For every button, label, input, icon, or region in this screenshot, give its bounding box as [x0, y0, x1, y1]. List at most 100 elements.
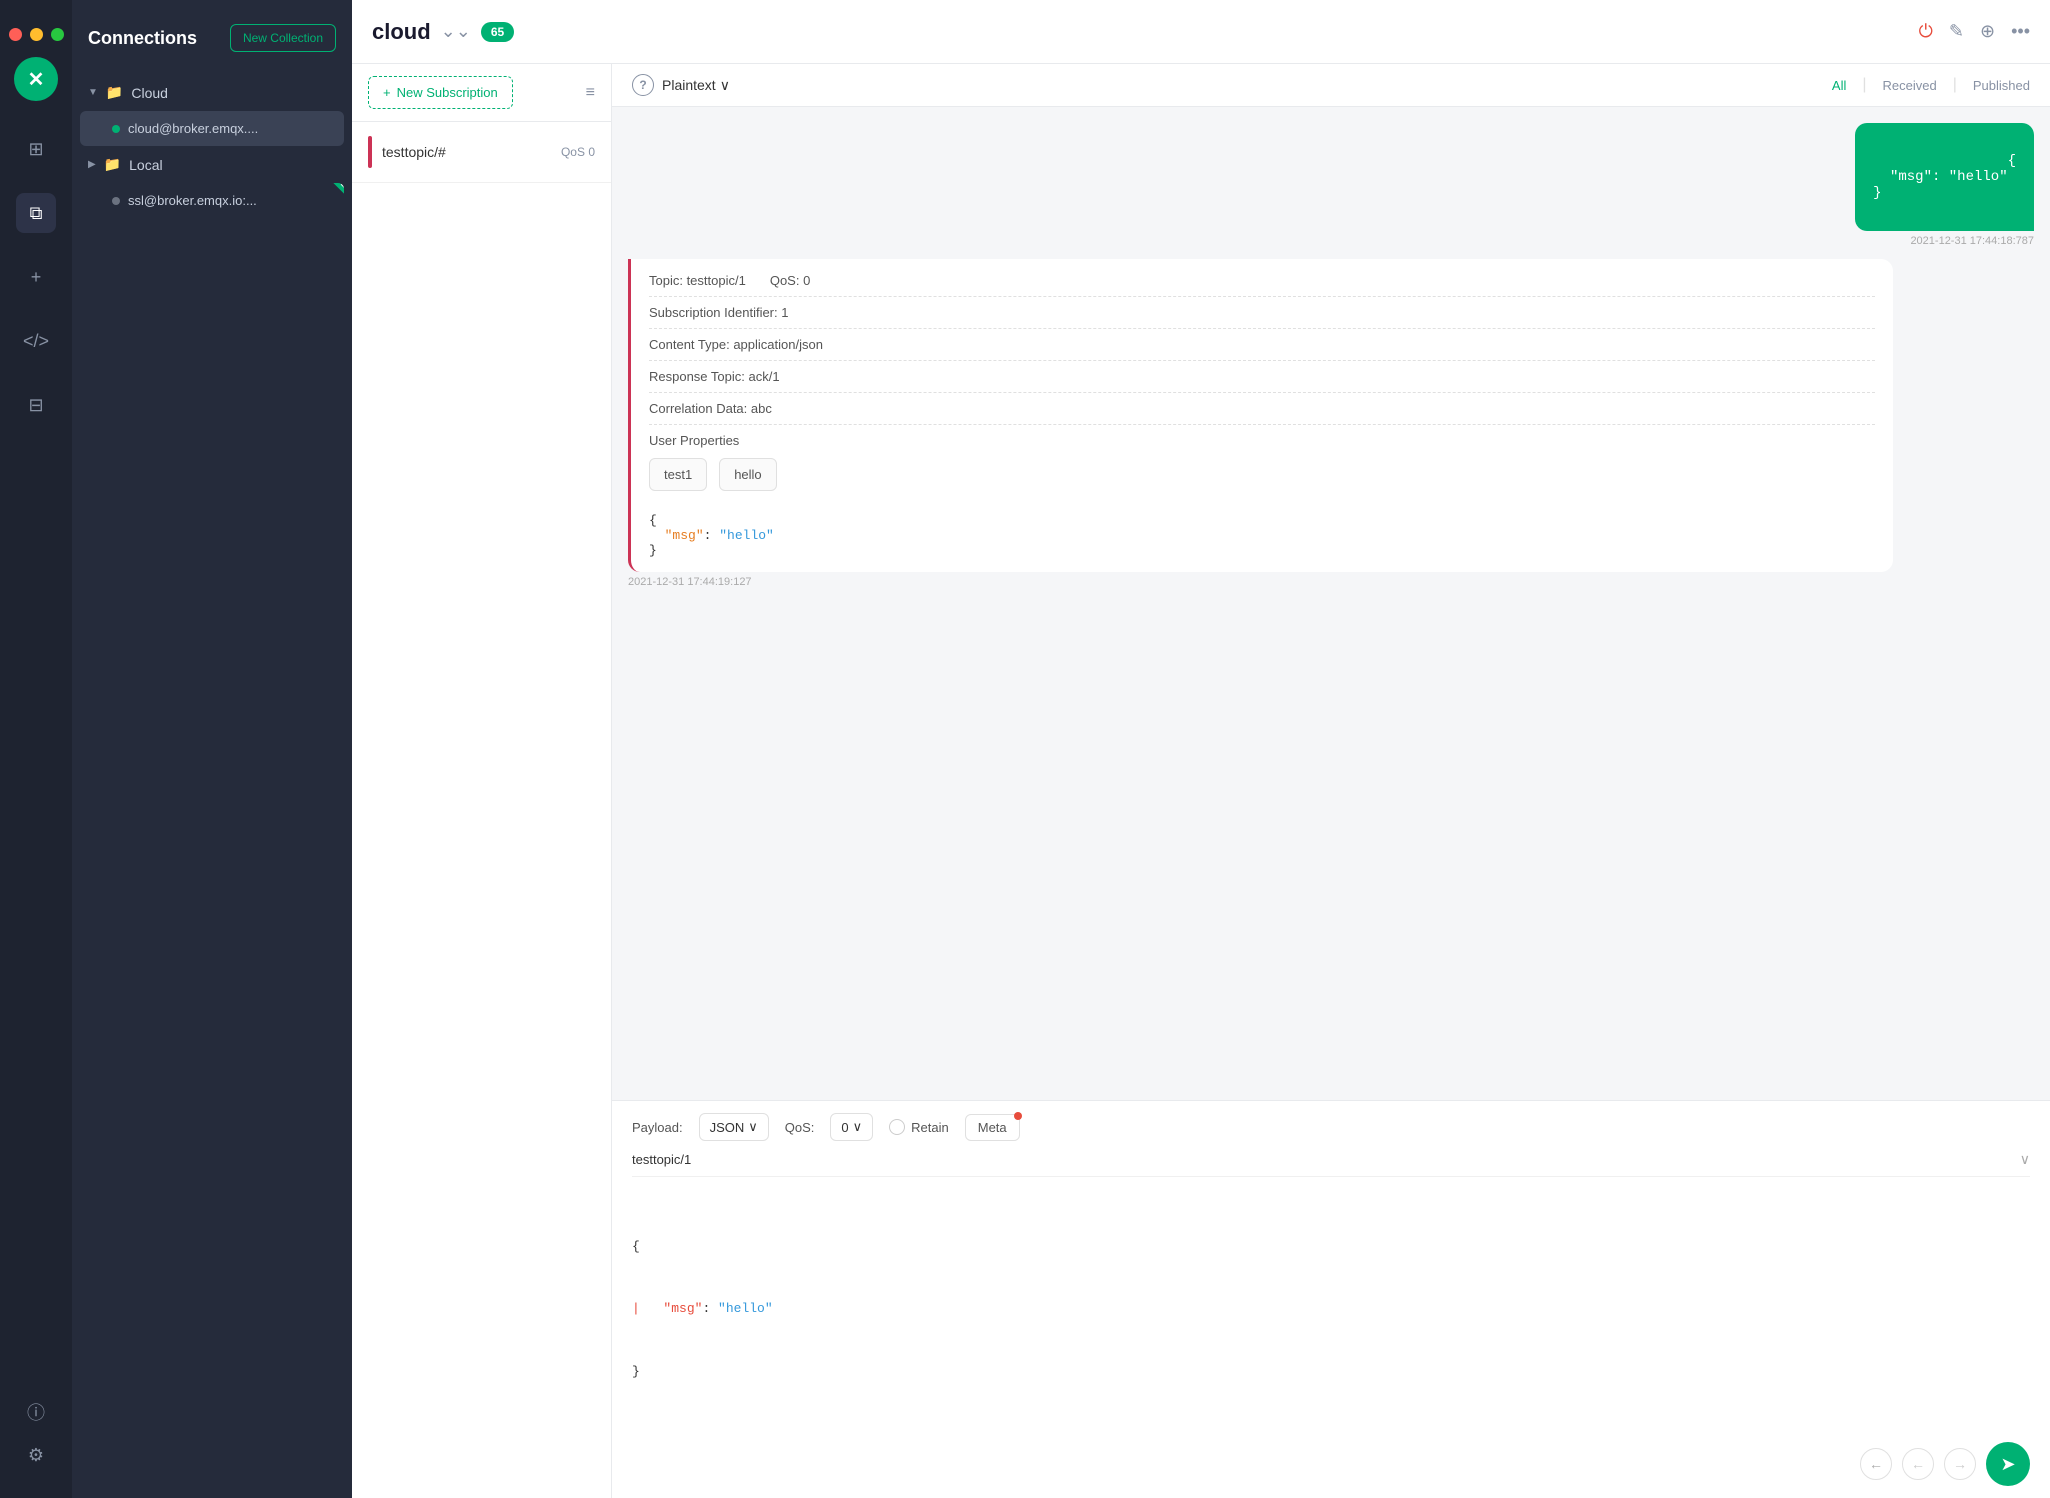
nav-back-button[interactable]: ←	[1860, 1448, 1892, 1480]
separator2: |	[1953, 76, 1957, 94]
nav-icon-connections[interactable]: ⊞	[16, 129, 56, 169]
received-code-block: { "msg": "hello" }	[649, 501, 1875, 558]
subscription-topic: testtopic/#	[382, 144, 446, 160]
meta-button[interactable]: Meta	[965, 1114, 1020, 1141]
format-select-value: JSON	[710, 1120, 745, 1135]
new-subscription-label: New Subscription	[397, 85, 498, 100]
user-properties-section: User Properties test1 hello	[649, 433, 1875, 491]
message-toolbar: ? Plaintext ∨ All | Received |	[612, 64, 2050, 107]
help-label: ?	[639, 78, 646, 92]
payload-label: Payload:	[632, 1120, 683, 1135]
main-content: cloud ⌄⌄ 65 ⏻ ✎ ⊕ ••• +	[352, 0, 2050, 1498]
nav-right-button[interactable]: →	[1944, 1448, 1976, 1480]
subscription-item[interactable]: testtopic/# QoS 0	[352, 122, 611, 183]
filter-tab-published[interactable]: Published	[1973, 78, 2030, 93]
editor-value: "hello"	[718, 1301, 773, 1316]
filter-icon[interactable]: ≡	[586, 84, 595, 102]
folder-icon-local: 📁	[104, 156, 121, 173]
editor-line-1: {	[632, 1237, 2030, 1258]
messages-list: { "msg": "hello" } 2021-12-31 17:44:18:7…	[612, 107, 2050, 1100]
separator: |	[1862, 76, 1866, 94]
sidebar: Connections New Collection ▼ 📁 Cloud clo…	[72, 0, 352, 1498]
editor-key: "msg"	[663, 1301, 702, 1316]
qos-select-value: 0	[841, 1120, 848, 1135]
topbar: cloud ⌄⌄ 65 ⏻ ✎ ⊕ •••	[352, 0, 2050, 64]
editor-line-accent: |	[632, 1301, 640, 1316]
sidebar-header: Connections New Collection	[72, 0, 352, 68]
message-received: Topic: testtopic/1 QoS: 0 Subscription I…	[628, 259, 1893, 588]
message-sent: { "msg": "hello" } 2021-12-31 17:44:18:7…	[1855, 123, 2034, 247]
expand-icon[interactable]: ∨	[2020, 1151, 2030, 1168]
meta-label: Meta	[978, 1120, 1007, 1135]
subscription-color-bar	[368, 136, 372, 168]
sidebar-item-cloud-broker[interactable]: cloud@broker.emqx....	[80, 111, 344, 146]
connection-status-dot	[112, 125, 120, 133]
received-message-time: 2021-12-31 17:44:19:127	[628, 576, 1893, 588]
group-label-local: Local	[129, 157, 162, 173]
nav-icon-copy[interactable]: ⧉	[16, 193, 56, 233]
window-control-minimize[interactable]	[30, 28, 43, 41]
sidebar-item-ssl-broker[interactable]: ssl@broker.emqx.io:...	[80, 183, 344, 218]
filter-tab-received[interactable]: Received	[1883, 78, 1937, 93]
code-editor-area: { | "msg": "hello" }	[632, 1176, 2030, 1434]
code-key: "msg"	[665, 528, 704, 543]
add-tab-icon[interactable]: ⊕	[1980, 21, 1995, 42]
nav-icon-settings[interactable]: ⚙	[28, 1445, 44, 1466]
message-area: ? Plaintext ∨ All | Received |	[612, 64, 2050, 1498]
meta-correlation-data: Correlation Data: abc	[649, 401, 1875, 416]
nav-icon-grid[interactable]: ⊟	[16, 385, 56, 425]
power-icon[interactable]: ⏻	[1919, 21, 1933, 42]
retain-checkbox[interactable]: Retain	[889, 1119, 949, 1135]
new-collection-button[interactable]: New Collection	[230, 24, 336, 52]
editor-line-3: }	[632, 1362, 2030, 1383]
content-area: + New Subscription ≡ testtopic/# QoS 0	[352, 64, 2050, 1498]
ssl-connection-status-dot	[112, 197, 120, 205]
toolbar-right: All | Received | Published	[1832, 76, 2030, 94]
format-selector[interactable]: Plaintext ∨	[662, 77, 730, 94]
chevron-right-icon: ▶	[88, 159, 96, 170]
message-count-badge: 65	[481, 22, 514, 42]
sidebar-title: Connections	[88, 28, 197, 49]
sidebar-group-cloud[interactable]: ▼ 📁 Cloud	[72, 76, 352, 109]
nav-icon-code[interactable]: </>	[16, 321, 56, 361]
connection-title: cloud	[372, 19, 431, 45]
format-label: Plaintext	[662, 77, 716, 93]
sent-message-time: 2021-12-31 17:44:18:787	[1855, 235, 2034, 247]
meta-content-type: Content Type: application/json	[649, 337, 1875, 352]
filter-tab-all[interactable]: All	[1832, 78, 1846, 93]
received-bubble: Topic: testtopic/1 QoS: 0 Subscription I…	[628, 259, 1893, 572]
toolbar-left: ? Plaintext ∨	[632, 74, 730, 96]
window-control-close[interactable]	[9, 28, 22, 41]
qos-select[interactable]: 0 ∨	[830, 1113, 873, 1141]
new-subscription-button[interactable]: + New Subscription	[368, 76, 513, 109]
chevron-down-icon-topbar[interactable]: ⌄⌄	[441, 21, 471, 42]
more-options-icon[interactable]: •••	[2011, 21, 2030, 42]
meta-response-topic: Response Topic: ack/1	[649, 369, 1875, 384]
user-prop-value: hello	[719, 458, 776, 491]
user-props-label: User Properties	[649, 433, 1875, 448]
topic-row: ∨	[632, 1151, 2030, 1168]
window-control-maximize[interactable]	[51, 28, 64, 41]
help-icon[interactable]: ?	[632, 74, 654, 96]
sidebar-group-local[interactable]: ▶ 📁 Local	[72, 148, 352, 181]
subscription-qos: QoS 0	[561, 145, 595, 159]
send-button[interactable]: ➤	[1986, 1442, 2030, 1486]
chevron-down-format-icon: ∨	[720, 77, 730, 94]
subscription-panel: + New Subscription ≡ testtopic/# QoS 0	[352, 64, 612, 1498]
subscription-item-left: testtopic/#	[368, 136, 446, 168]
meta-sub-id: Subscription Identifier: 1	[649, 305, 1875, 320]
topic-input[interactable]	[632, 1152, 2020, 1167]
user-prop-key: test1	[649, 458, 707, 491]
nav-left-button[interactable]: ←	[1902, 1448, 1934, 1480]
meta-qos: QoS: 0	[770, 273, 810, 288]
retain-label: Retain	[911, 1120, 949, 1135]
nav-icon-add[interactable]: +	[16, 257, 56, 297]
chevron-down-icon: ▼	[88, 87, 98, 98]
code-line-3: }	[649, 543, 1875, 558]
subscription-list: testtopic/# QoS 0	[352, 122, 611, 183]
edit-icon[interactable]: ✎	[1949, 21, 1964, 42]
nav-icon-info[interactable]: ⓘ	[27, 1399, 45, 1425]
format-select[interactable]: JSON ∨	[699, 1113, 769, 1141]
code-editor[interactable]: { | "msg": "hello" }	[632, 1185, 2030, 1434]
message-meta-row: Topic: testtopic/1 QoS: 0	[649, 273, 1875, 297]
